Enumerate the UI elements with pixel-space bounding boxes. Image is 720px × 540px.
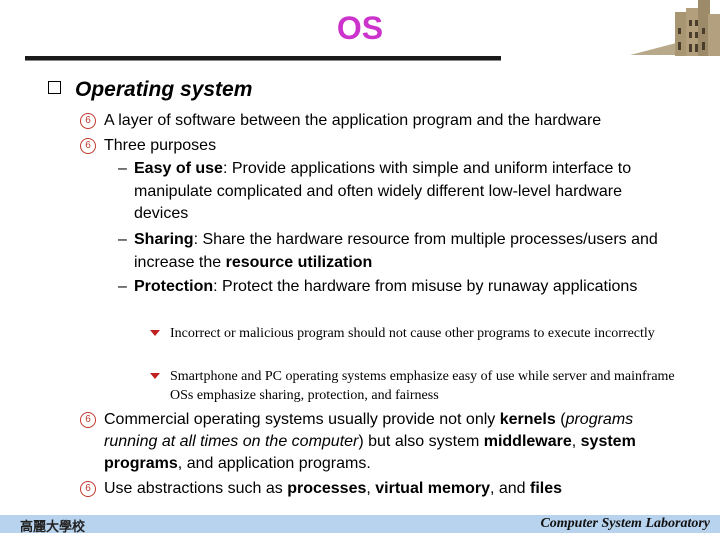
university-building-image [630,0,720,56]
text-run: : Protect the hardware from misuse by ru… [213,278,638,295]
text-run: , and application programs. [177,455,371,472]
note-item: Incorrect or malicious program should no… [150,324,680,343]
circled-six-icon: 6 [80,138,96,154]
footer-bar: 高麗大學校 Computer System Laboratory [0,515,720,535]
text-run: ) but also system [358,433,484,450]
text-run: : Share the hardware resource from multi… [134,231,658,271]
item-text: Three purposes [104,135,680,157]
text-run: A layer of software between the applicat… [104,112,602,129]
bold-term: virtual memory [375,480,490,497]
bold-term: middleware [483,433,572,450]
bold-term: Protection [134,278,214,295]
list-item: 6 A layer of software between the applic… [80,110,680,132]
circled-six-icon: 6 [80,113,96,129]
list-item: 6 Three purposes [80,135,680,157]
text-run: Three purposes [104,137,217,154]
note-item: Smartphone and PC operating systems emph… [150,367,680,405]
sub-item-easy-of-use: – Easy of use: Provide applications with… [118,158,678,226]
circled-six-icon: 6 [80,412,96,428]
sub-item-text: Protection: Protect the hardware from mi… [134,276,678,299]
sub-item-protection: – Protection: Protect the hardware from … [118,276,678,299]
title-divider [25,56,501,61]
text-run: , [571,433,581,450]
slide-title: OS [336,10,384,46]
note-text: Incorrect or malicious program should no… [170,326,655,341]
sub-item-sharing: – Sharing: Share the hardware resource f… [118,229,678,274]
bold-term: Sharing [134,231,194,248]
heading-text: Operating system [75,78,253,101]
bold-term: Easy of use [134,160,223,177]
bold-term: files [530,480,563,497]
dash-bullet-icon: – [118,278,127,295]
heading-operating-system: Operating system [48,78,252,102]
list-item: 6 Use abstractions such as processes, vi… [80,478,680,500]
text-run: ( [555,411,566,428]
bold-term: processes [287,480,367,497]
hollow-square-icon [48,81,61,94]
text-run: Use abstractions such as [104,480,288,497]
list-item: 6 Commercial operating systems usually p… [80,409,640,475]
footer-lab: Computer System Laboratory [540,516,710,531]
sub-item-text: Easy of use: Provide applications with s… [134,158,678,226]
sub-item-text: Sharing: Share the hardware resource fro… [134,229,678,274]
item-text: Commercial operating systems usually pro… [104,409,640,475]
text-run: , and [489,480,531,497]
circled-six-icon: 6 [80,481,96,497]
dash-bullet-icon: – [118,160,127,177]
footer-university: 高麗大學校 [20,520,86,535]
item-text: Use abstractions such as processes, virt… [104,478,680,500]
item-text: A layer of software between the applicat… [104,110,680,132]
text-run: , [366,480,376,497]
bold-term: resource utilization [225,253,373,271]
text-run: Commercial operating systems usually pro… [104,411,500,428]
red-triangle-bullet-icon [150,330,160,336]
bold-term: kernels [499,411,556,428]
red-triangle-bullet-icon [150,373,160,379]
dash-bullet-icon: – [118,231,127,248]
note-text: Smartphone and PC operating systems emph… [170,369,675,403]
